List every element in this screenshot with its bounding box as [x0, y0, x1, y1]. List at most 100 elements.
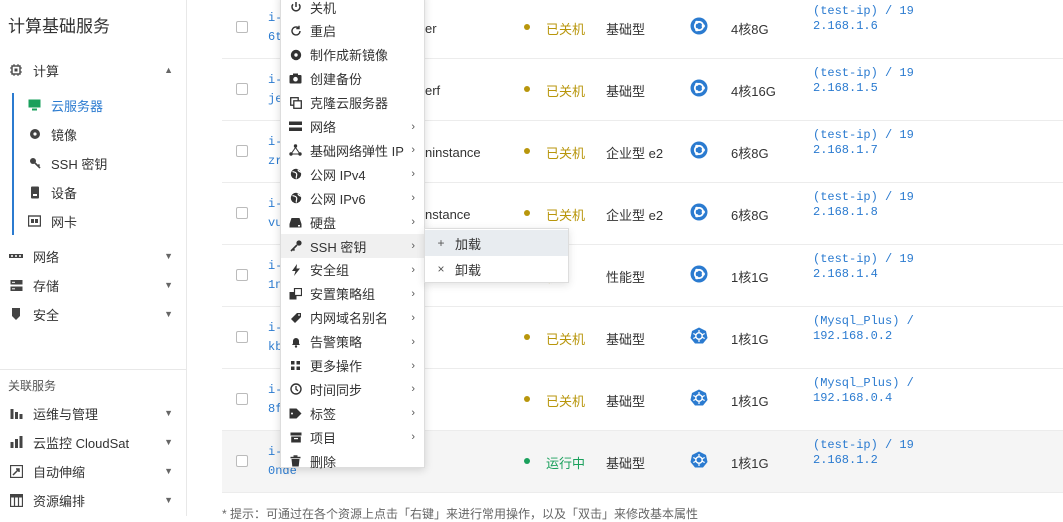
scale-icon [9, 464, 23, 478]
storage-icon [9, 278, 23, 292]
submenu-item-label: 加载 [455, 236, 482, 252]
instance-spec: 4核8G [731, 22, 769, 37]
menu-item-bell[interactable]: 告警策略 › [281, 330, 424, 354]
row-checkbox[interactable] [236, 393, 248, 405]
chevron-right-icon: › [411, 263, 415, 276]
nav-image[interactable]: 镜像 [0, 122, 187, 146]
nav-storage[interactable]: 存储 ▼ [0, 273, 187, 297]
disc-icon [28, 128, 41, 141]
tag-icon [289, 311, 302, 324]
ip-address-link[interactable]: (Mysql_Plus) / 192.168.0.4 [813, 376, 1013, 406]
nav-network[interactable]: 网络 ▼ [0, 244, 187, 268]
globe-icon [289, 192, 302, 205]
network-icon [9, 249, 23, 263]
ip-address-link[interactable]: (test-ip) / 19 2.168.1.7 [813, 128, 1013, 158]
disk-icon [289, 216, 302, 229]
clock-icon [289, 383, 302, 396]
globe-icon [289, 168, 302, 181]
ip-address-link[interactable]: (test-ip) / 19 2.168.1.6 [813, 4, 1013, 34]
nav-image-label: 镜像 [51, 127, 78, 143]
ip-address-link[interactable]: (Mysql_Plus) / 192.168.0.2 [813, 314, 1013, 344]
instance-spec: 1核1G [731, 394, 769, 409]
bolt-icon [289, 263, 302, 276]
menu-item-bolt[interactable]: 安全组 › [281, 258, 424, 282]
row-checkbox[interactable] [236, 331, 248, 343]
menu-item-label: 时间同步 [310, 382, 363, 398]
nav-nic[interactable]: 网卡 [0, 209, 187, 233]
ubuntu-icon [690, 141, 708, 159]
nic-icon [28, 215, 41, 228]
instance-name: nstance [425, 207, 471, 222]
kubernetes-icon [690, 389, 708, 407]
ip-address-link[interactable]: (test-ip) / 19 2.168.1.8 [813, 190, 1013, 220]
row-checkbox[interactable] [236, 455, 248, 467]
chevron-right-icon: › [411, 335, 415, 348]
nav-security-label: 安全 [33, 307, 60, 323]
menu-item-tag[interactable]: 内网域名别名 › [281, 306, 424, 330]
detach-key-item[interactable]: × 卸载 [425, 256, 568, 282]
menu-item-key[interactable]: SSH 密钥 › [281, 234, 424, 258]
menu-item-clock[interactable]: 时间同步 › [281, 377, 424, 401]
row-checkbox[interactable] [236, 21, 248, 33]
menu-item-label: 制作成新镜像 [310, 48, 389, 64]
nav-orchestration[interactable]: 资源编排 ▼ [0, 488, 187, 512]
instance-spec: 1核1G [731, 456, 769, 471]
nav-device[interactable]: 设备 [0, 180, 187, 204]
row-checkbox[interactable] [236, 145, 248, 157]
nav-cloud-server[interactable]: 云服务器 [0, 93, 187, 117]
image-icon [289, 48, 302, 61]
menu-item-restart[interactable]: 重启 [281, 19, 424, 43]
nav-ops[interactable]: 运维与管理 ▼ [0, 401, 187, 425]
menu-item-network[interactable]: 网络 › [281, 115, 424, 139]
nav-autoscale[interactable]: 自动伸缩 ▼ [0, 459, 187, 483]
nav-cloudsat[interactable]: 云监控 CloudSat ▼ [0, 430, 187, 454]
menu-item-label: 安置策略组 [310, 287, 376, 303]
instance-type: 性能型 [606, 270, 646, 285]
ops-icon [9, 406, 23, 420]
device-icon [28, 186, 41, 199]
instance-type: 基础型 [606, 332, 646, 347]
nav-network-label: 网络 [33, 249, 60, 265]
menu-item-globe[interactable]: 公网 IPv6 › [281, 186, 424, 210]
chevron-right-icon: › [411, 144, 415, 157]
nav-ssh-key[interactable]: SSH 密钥 [0, 151, 187, 175]
row-checkbox[interactable] [236, 269, 248, 281]
instance-type: 基础型 [606, 456, 646, 471]
menu-item-grid[interactable]: 更多操作 › [281, 354, 424, 378]
menu-item-project[interactable]: 项目 › [281, 425, 424, 449]
menu-item-power[interactable]: 关机 [281, 0, 424, 19]
monitor-icon [28, 99, 41, 112]
menu-item-trash[interactable]: 删除 [281, 449, 424, 473]
chevron-right-icon: › [411, 311, 415, 324]
close-icon: × [437, 262, 445, 276]
attach-key-item[interactable]: + 加载 [425, 230, 568, 256]
menu-item-label: 内网域名别名 [310, 311, 389, 327]
menu-item-clone[interactable]: 克隆云服务器 [281, 91, 424, 115]
row-checkbox[interactable] [236, 83, 248, 95]
chevron-right-icon: › [411, 216, 415, 229]
key-icon [289, 240, 302, 253]
menu-item-eip[interactable]: 基础网络弹性 IP › [281, 138, 424, 162]
nav-security[interactable]: 安全 ▼ [0, 302, 187, 326]
chevron-right-icon: › [411, 431, 415, 444]
menu-item-label: 创建备份 [310, 72, 363, 88]
menu-item-label: 项目 [310, 430, 337, 446]
menu-item-globe[interactable]: 公网 IPv4 › [281, 162, 424, 186]
menu-item-placement[interactable]: 安置策略组 › [281, 282, 424, 306]
menu-item-image[interactable]: 制作成新镜像 [281, 43, 424, 67]
menu-item-camera[interactable]: 创建备份 [281, 67, 424, 91]
menu-item-label[interactable]: 标签 › [281, 401, 424, 425]
instance-type: 企业型 e2 [606, 208, 664, 223]
menu-item-disk[interactable]: 硬盘 › [281, 210, 424, 234]
ip-address-link[interactable]: (test-ip) / 19 2.168.1.5 [813, 66, 1013, 96]
ip-address-link[interactable]: (test-ip) / 19 2.168.1.2 [813, 438, 1013, 468]
context-menu: 关机 重启 制作成新镜像 创建备份 克隆云服务器 网络 › 基础网络弹性 IP › 公网 IPv4… [280, 0, 425, 470]
nav-compute[interactable]: 计算 ▲ [0, 58, 187, 82]
ip-address-link[interactable]: (test-ip) / 19 2.168.1.4 [813, 252, 1013, 282]
menu-item-label: 网络 [310, 120, 337, 135]
caret-up-icon: ▲ [164, 65, 173, 75]
nav-autoscale-label: 自动伸缩 [33, 464, 86, 480]
camera-icon [289, 72, 302, 85]
row-checkbox[interactable] [236, 207, 248, 219]
instance-spec: 4核16G [731, 84, 776, 99]
